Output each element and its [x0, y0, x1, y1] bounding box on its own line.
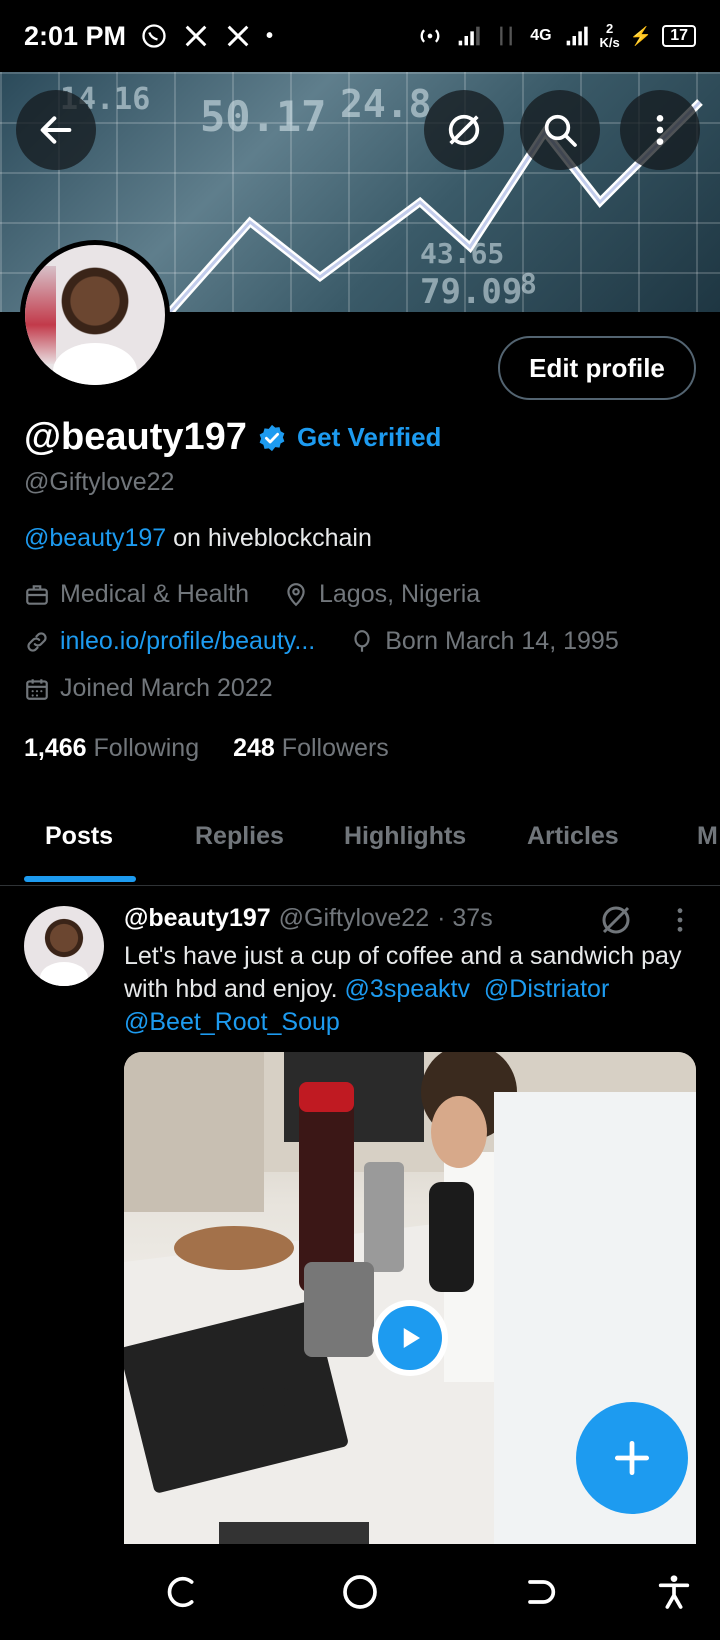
- calendar-icon: [26, 678, 48, 700]
- tab-articles[interactable]: Articles: [527, 822, 619, 851]
- signal-icon: [458, 26, 480, 46]
- briefcase-icon: [26, 584, 48, 605]
- more-options-button[interactable]: [620, 90, 700, 170]
- grok-button[interactable]: [424, 90, 504, 170]
- following-count: 1,466: [24, 734, 87, 762]
- followers-count: 248: [233, 734, 275, 762]
- bio-text: on hiveblockchain: [166, 524, 372, 552]
- signal-icon: [566, 26, 588, 46]
- followers-link[interactable]: 248 Followers: [233, 734, 389, 763]
- post-mention-3speaktv[interactable]: @3speaktv: [345, 975, 470, 1003]
- plus-icon: [614, 1440, 650, 1476]
- back-arrow-icon: [40, 116, 72, 144]
- data-transfer-icon: [500, 26, 513, 46]
- recent-apps-icon: [167, 1576, 194, 1608]
- x-logo-icon: [185, 25, 207, 47]
- bio-mention-link[interactable]: @beauty197: [24, 524, 166, 552]
- compose-post-button[interactable]: [576, 1402, 688, 1514]
- link-icon: [27, 631, 47, 652]
- post-timestamp: · 37s: [437, 904, 493, 932]
- post-author-avatar[interactable]: [24, 906, 104, 986]
- location-pin-icon: [287, 582, 305, 606]
- profile-meta-row-3: Joined March 2022: [24, 674, 273, 703]
- profile-tabs: Posts Replies Highlights Articles M: [0, 806, 720, 886]
- search-button[interactable]: [520, 90, 600, 170]
- whatsapp-icon: [142, 24, 166, 48]
- search-icon: [544, 114, 577, 147]
- back-button[interactable]: [16, 90, 96, 170]
- post-text: Let's have just a cup of coffee and a sa…: [124, 940, 684, 1039]
- post-mention-beet-root-soup[interactable]: @Beet_Root_Soup: [124, 1008, 340, 1036]
- charging-icon: ⚡: [629, 25, 653, 46]
- profile-bio: @beauty197 on hiveblockchain: [24, 524, 372, 553]
- profile-joined: Joined March 2022: [60, 674, 273, 702]
- profile-location: Lagos, Nigeria: [318, 580, 481, 608]
- grok-icon: [448, 114, 480, 146]
- following-label: Following: [93, 734, 200, 762]
- profile-meta-row-2: inleo.io/profile/beauty... Born March 14…: [24, 627, 619, 656]
- tab-posts[interactable]: Posts: [45, 822, 113, 851]
- grok-icon[interactable]: [598, 902, 634, 938]
- get-verified-link[interactable]: Get Verified: [297, 422, 442, 453]
- profile-birthday: Born March 14, 1995: [385, 627, 619, 655]
- follow-stats: 1,466 Following 248 Followers: [24, 734, 389, 763]
- active-tab-indicator: [24, 876, 136, 882]
- profile-category: Medical & Health: [60, 580, 249, 608]
- post-author-name[interactable]: @beauty197: [124, 904, 271, 933]
- status-time: 2:01 PM: [24, 20, 127, 51]
- back-nav-icon: [528, 1580, 556, 1604]
- notification-dot-icon: •: [266, 24, 274, 47]
- network-speed: 2 K/s: [599, 21, 620, 50]
- back-nav-button[interactable]: [516, 1568, 564, 1616]
- network-type: 4G: [530, 27, 552, 44]
- battery-level: 17: [662, 25, 696, 47]
- more-vertical-icon: [656, 115, 664, 145]
- status-bar: 2:01 PM • 4G 2 K/s ⚡ 17: [0, 0, 720, 72]
- display-name: @beauty197: [24, 416, 247, 458]
- post-mention-distriator[interactable]: @Distriator: [484, 975, 609, 1003]
- system-nav-bar: [0, 1544, 720, 1640]
- hotspot-icon: [420, 29, 440, 43]
- tab-replies[interactable]: Replies: [195, 822, 284, 851]
- accessibility-icon: [658, 1575, 690, 1609]
- followers-label: Followers: [281, 734, 389, 762]
- tab-highlights[interactable]: Highlights: [344, 822, 466, 851]
- following-link[interactable]: 1,466 Following: [24, 734, 199, 763]
- verified-badge-icon[interactable]: [257, 423, 287, 453]
- profile-meta-row-1: Medical & Health Lagos, Nigeria: [24, 580, 480, 609]
- name-row: @beauty197 Get Verified: [24, 416, 441, 459]
- x-logo-icon: [227, 25, 249, 47]
- post-more-icon[interactable]: [664, 904, 696, 936]
- edit-profile-button[interactable]: Edit profile: [498, 336, 696, 400]
- balloon-icon: [354, 629, 370, 652]
- home-button[interactable]: [336, 1568, 384, 1616]
- play-icon: [403, 1328, 420, 1348]
- post-author-handle: @Giftylove22: [278, 904, 430, 932]
- tab-media[interactable]: M: [697, 822, 718, 851]
- post-header: @beauty197 @Giftylove22 · 37s: [124, 904, 493, 933]
- play-video-button[interactable]: [372, 1300, 448, 1376]
- profile-avatar[interactable]: [20, 240, 170, 390]
- recent-apps-button[interactable]: [156, 1568, 204, 1616]
- profile-website-link[interactable]: inleo.io/profile/beauty...: [60, 627, 315, 656]
- profile-handle: @Giftylove22: [24, 468, 175, 496]
- accessibility-button[interactable]: [650, 1568, 698, 1616]
- home-circle-icon: [343, 1575, 377, 1609]
